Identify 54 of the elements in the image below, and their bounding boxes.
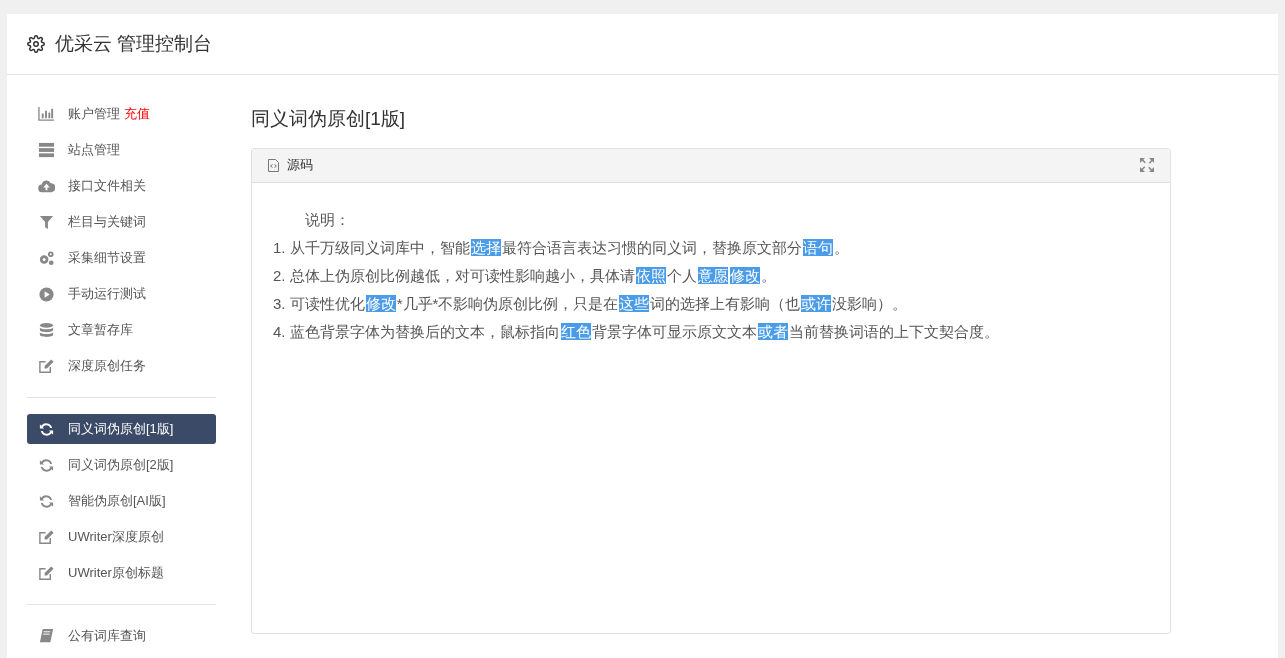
sidebar-item[interactable]: 接口文件相关: [27, 171, 216, 201]
code-file-icon: [268, 158, 279, 172]
sidebar-item[interactable]: UWriter原创标题: [27, 558, 216, 588]
item-label: UWriter深度原创: [68, 528, 164, 547]
cloud-upload-icon: [38, 177, 55, 195]
book-icon: [38, 627, 55, 645]
server-icon: [38, 141, 55, 159]
refresh-icon: [38, 492, 55, 510]
play-circle-icon: [38, 285, 55, 303]
refresh-icon: [38, 420, 55, 438]
item-label: 智能伪原创[AI版]: [68, 492, 166, 511]
item-label: 站点管理: [68, 141, 120, 160]
database-icon: [38, 321, 55, 339]
item-label: 账户管理: [68, 105, 120, 124]
sidebar-item[interactable]: 公有词库查询: [27, 621, 216, 651]
sidebar-item[interactable]: 同义词伪原创[1版]: [27, 414, 216, 444]
settings-icon: [27, 35, 45, 53]
item-label: 采集细节设置: [68, 249, 146, 268]
description-heading: 说明：: [304, 209, 351, 230]
item-label: 手动运行测试: [68, 285, 146, 304]
description-line: 4. 蓝色背景字体为替换后的文本，鼠标指向红色背景字体可显示原文文本或者当前替换词语的上下文契合度。: [273, 321, 1000, 342]
sidebar-item[interactable]: 站点管理: [27, 135, 216, 165]
sidebar-item[interactable]: 栏目与关键词: [27, 207, 216, 237]
filter-icon: [38, 213, 55, 231]
item-label: 同义词伪原创[1版]: [68, 420, 174, 439]
refresh-icon: [38, 456, 55, 474]
item-label: UWriter原创标题: [68, 564, 164, 583]
item-label: 接口文件相关: [68, 177, 146, 196]
item-label: 同义词伪原创[2版]: [68, 456, 174, 475]
expand-icon[interactable]: [1140, 158, 1154, 172]
item-label: 文章暂存库: [68, 321, 133, 340]
gears-icon: [38, 249, 55, 267]
description-line: 1. 从千万级同义词库中，智能选择最符合语言表达习惯的同义词，替换原文部分语句。: [273, 237, 850, 258]
sidebar-item[interactable]: UWriter深度原创: [27, 522, 216, 552]
sidebar-item[interactable]: 深度原创任务: [27, 351, 216, 381]
item-label: 深度原创任务: [68, 357, 146, 376]
description-line: 3. 可读性优化修改*几乎*不影响伪原创比例，只是在这些词的选择上有影响（也或许没影响）。: [273, 293, 909, 314]
bar-chart-icon: [38, 105, 55, 123]
recharge-link[interactable]: 充值: [124, 104, 150, 124]
sidebar-item[interactable]: 智能伪原创[AI版]: [27, 486, 216, 516]
edit-icon: [38, 357, 55, 375]
item-label: 公有词库查询: [68, 627, 146, 646]
sidebar-item[interactable]: 同义词伪原创[2版]: [27, 450, 216, 480]
sidebar-item[interactable]: 采集细节设置: [27, 243, 216, 273]
source-tab[interactable]: 源码: [287, 155, 313, 175]
sidebar-item[interactable]: 账户管理 充值: [27, 99, 216, 129]
console-title: 优采云 管理控制台: [55, 31, 213, 56]
edit-icon: [38, 564, 55, 582]
item-label: 栏目与关键词: [68, 213, 146, 232]
description-line: 2. 总体上伪原创比例越低，对可读性影响越小，具体请依照个人意愿修改。: [273, 265, 777, 286]
sidebar-item[interactable]: 文章暂存库: [27, 315, 216, 345]
edit-icon: [38, 528, 55, 546]
sidebar-item[interactable]: 手动运行测试: [27, 279, 216, 309]
page-title: 同义词伪原创[1版]: [251, 107, 407, 131]
